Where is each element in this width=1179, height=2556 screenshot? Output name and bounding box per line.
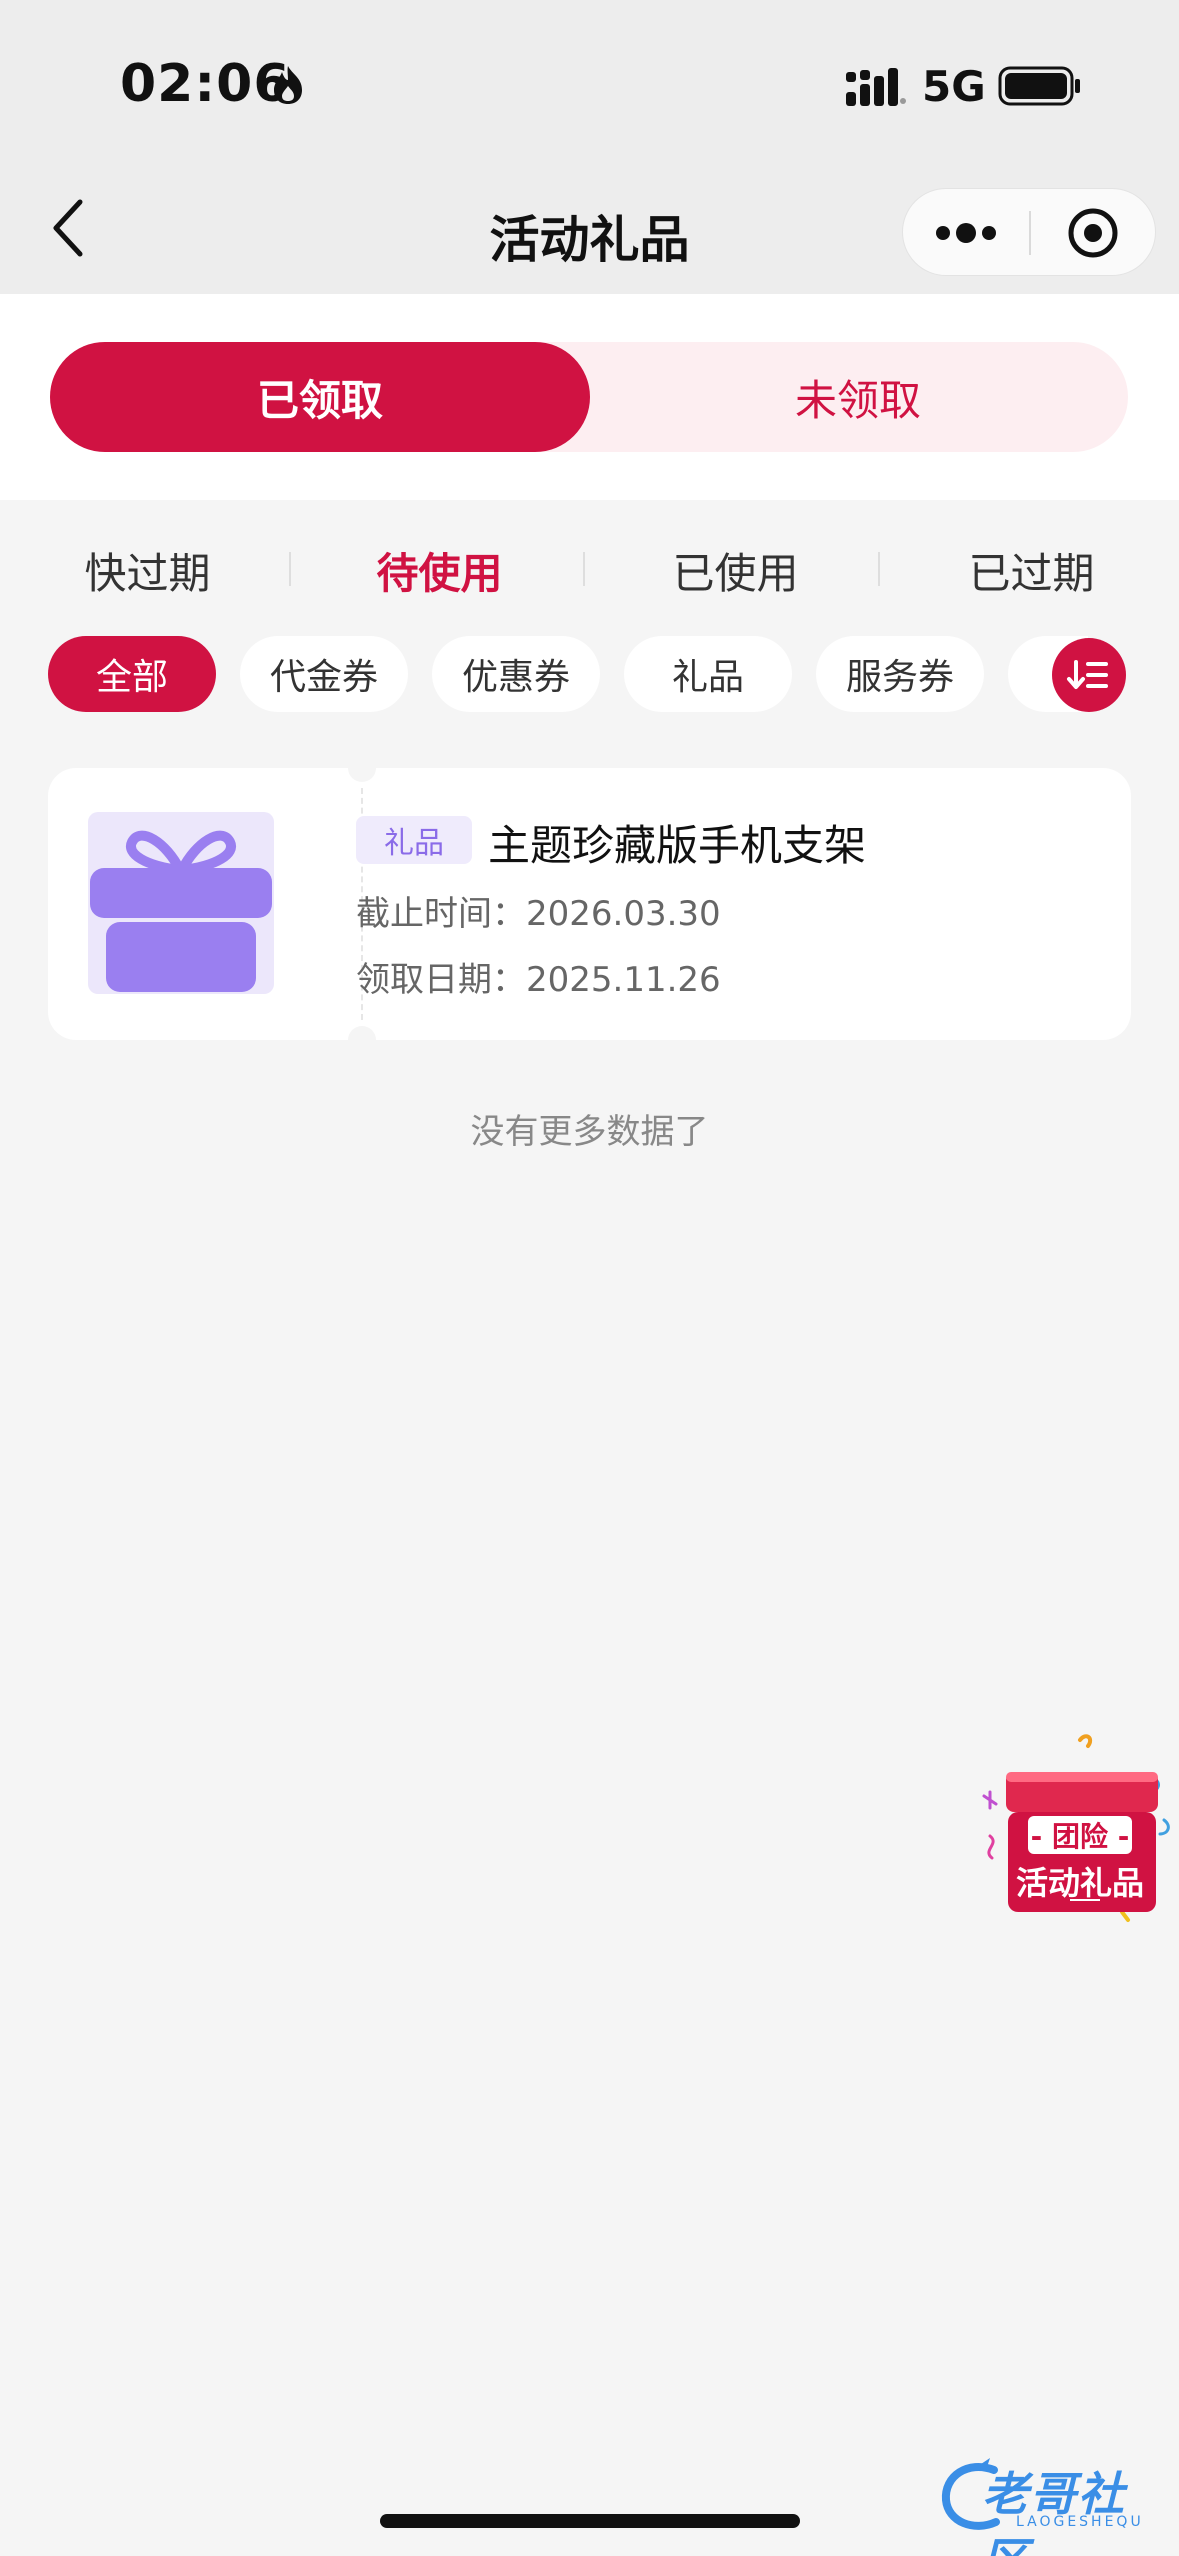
tab-expiring-soon[interactable]: 快过期 — [0, 540, 295, 601]
tab-divider — [289, 552, 291, 586]
network-label: 5G — [922, 62, 986, 111]
sort-button[interactable] — [1052, 638, 1126, 712]
watermark-subtext: LAOGESHEQU — [1016, 2514, 1144, 2530]
status-tabs: 快过期 待使用 已使用 已过期 — [0, 500, 1179, 630]
status-time: 02:06 — [120, 54, 291, 114]
signal-icon — [846, 68, 906, 106]
chip-service-coupon[interactable]: 服务券 — [816, 636, 984, 712]
chip-voucher[interactable]: 代金券 — [240, 636, 408, 712]
gift-type-tag: 礼品 — [356, 816, 472, 864]
tab-divider — [878, 552, 880, 586]
no-more-data-text: 没有更多数据了 — [470, 1112, 709, 1152]
tab-received[interactable]: 已领取 — [50, 342, 590, 452]
nav-bar: 活动礼品 — [0, 160, 1179, 294]
card-notch — [348, 754, 376, 782]
receive-tabs-container: 已领取 未领取 — [0, 294, 1179, 500]
flame-icon — [274, 66, 302, 104]
gift-card[interactable]: 礼品 主题珍藏版手机支架 截止时间：2026.03.30 领取日期：2025.1… — [48, 754, 1131, 1054]
more-button[interactable] — [903, 189, 1029, 277]
badge-label-activity-gift: 活动礼品 — [1015, 1864, 1144, 1902]
tab-divider — [583, 552, 585, 586]
deadline-row: 截止时间：2026.03.30 — [356, 886, 721, 935]
miniapp-capsule — [902, 188, 1156, 276]
close-miniapp-button[interactable] — [1031, 189, 1157, 277]
chip-all[interactable]: 全部 — [48, 636, 216, 712]
gift-name: 主题珍藏版手机支架 — [488, 821, 867, 870]
gift-icon — [90, 830, 272, 992]
received-date-value: 2025.11.26 — [526, 960, 721, 1000]
watermark-logo: 老哥社区 LAOGESHEQU — [938, 2452, 1168, 2556]
tab-expired[interactable]: 已过期 — [884, 540, 1179, 601]
watermark-text: 老哥社区 — [982, 2467, 1126, 2556]
badge-label-group-insurance: - 团险 - — [1028, 1816, 1132, 1854]
gift-thumbnail — [88, 812, 274, 994]
more-dots-icon — [936, 223, 996, 243]
target-icon — [1068, 208, 1118, 258]
card-notch — [348, 1026, 376, 1054]
chip-coupon[interactable]: 优惠券 — [432, 636, 600, 712]
tab-unreceived[interactable]: 未领取 — [588, 342, 1128, 452]
chip-gift[interactable]: 礼品 — [624, 636, 792, 712]
deadline-value: 2026.03.30 — [526, 894, 721, 934]
received-date-row: 领取日期：2025.11.26 — [356, 952, 721, 1001]
home-indicator[interactable] — [380, 2514, 800, 2528]
sort-icon — [1067, 660, 1108, 689]
battery-icon — [998, 66, 1080, 106]
receive-segmented-control: 已领取 未领取 — [50, 342, 1128, 452]
tab-used[interactable]: 已使用 — [588, 540, 883, 601]
received-date-label: 领取日期： — [356, 960, 526, 1000]
status-bar: 02:06 5G — [0, 0, 1179, 160]
deadline-label: 截止时间： — [356, 894, 526, 934]
filter-chips: 全部 代金券 优惠券 礼品 服务券 — [0, 636, 1179, 716]
tab-pending-use[interactable]: 待使用 — [292, 540, 587, 601]
floating-gift-badge[interactable]: - 团险 - 活动礼品 — [982, 1730, 1172, 1930]
